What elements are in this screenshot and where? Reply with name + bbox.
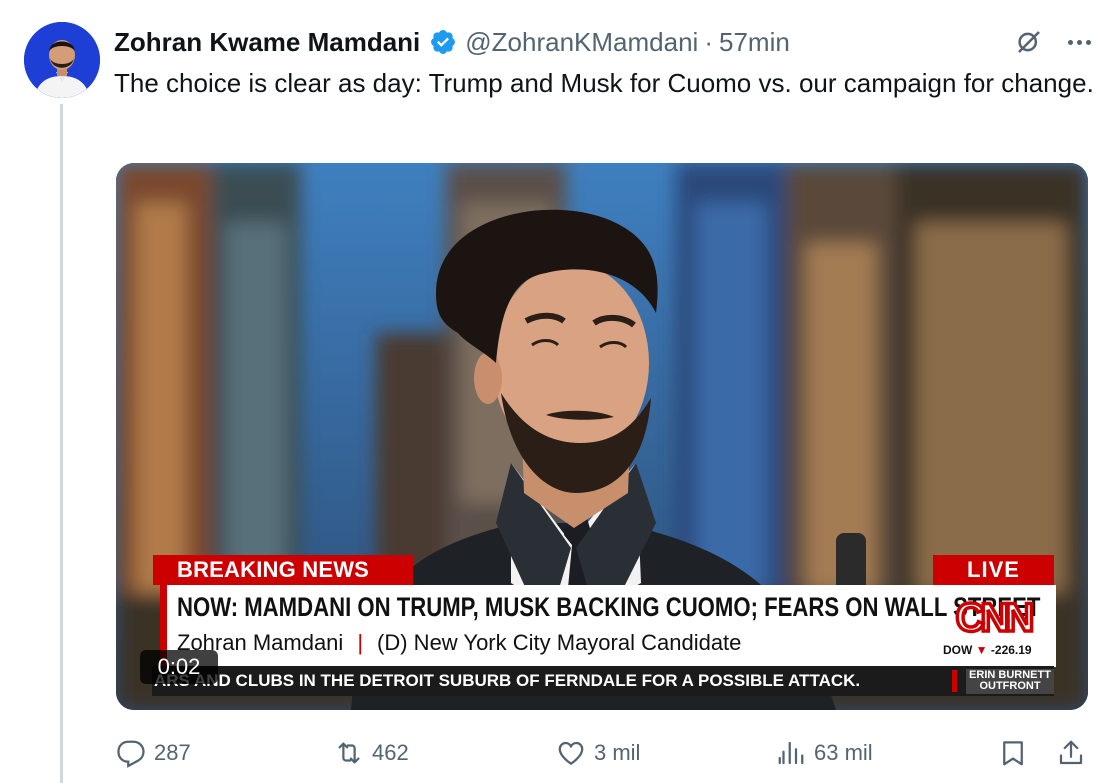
more-icon[interactable] [1064, 27, 1094, 57]
views-icon [778, 741, 804, 765]
repost-icon [338, 742, 360, 764]
tweet-text: The choice is clear as day: Trump and Mu… [114, 68, 1094, 98]
cnn-logo: CNN [954, 594, 1038, 639]
video-elapsed-time: 0:02 [140, 650, 218, 684]
verified-badge-icon [431, 30, 456, 54]
show-name-line-2: OUTFRONT [979, 680, 1041, 692]
reply-button[interactable]: 287 [116, 733, 191, 773]
guest-caption: Zohran Mamdani | (D) New York City Mayoral… [177, 629, 741, 657]
avatar[interactable] [24, 22, 100, 98]
thread-line [60, 104, 63, 783]
ticker-divider [952, 670, 957, 692]
repost-button[interactable]: 462 [334, 733, 409, 773]
views-button[interactable]: 63 mil [776, 733, 873, 773]
live-label: LIVE [933, 555, 1054, 585]
reply-icon [117, 740, 145, 768]
share-icon [1059, 740, 1083, 765]
caption-divider: | [357, 630, 364, 655]
news-ticker: ARS AND CLUBS IN THE DETROIT SUBURB OF F… [152, 666, 1054, 696]
reply-count: 287 [154, 740, 191, 765]
chyron-headline: NOW: MAMDANI ON TRUMP, MUSK BACKING CUOM… [177, 592, 1041, 622]
show-badge: ERIN BURNETT OUTFRONT [966, 669, 1054, 694]
repost-count: 462 [372, 740, 409, 765]
like-button[interactable]: 3 mil [556, 733, 640, 773]
dow-indicator: DOW ▼ -226.19 [943, 643, 1032, 657]
ticker-text: ARS AND CLUBS IN THE DETROIT SUBURB OF F… [154, 671, 861, 690]
author-name[interactable]: Zohran Kwame Mamdani [114, 27, 420, 58]
header-separator: · [704, 26, 714, 57]
timestamp[interactable]: 57min [719, 27, 790, 58]
tweet-actions: 287 462 3 mil 63 mil [116, 733, 1088, 773]
author-handle[interactable]: @ZohranKMamdani [465, 27, 698, 58]
guest-title: (D) New York City Mayoral Candidate [377, 630, 742, 655]
like-icon [558, 741, 584, 765]
down-arrow-icon: ▼ [975, 643, 988, 657]
video-player[interactable]: BREAKING NEWS LIVE NOW: MAMDANI ON TRUMP… [116, 163, 1088, 710]
svg-text:CNN: CNN [956, 596, 1033, 639]
share-button[interactable] [1056, 733, 1086, 773]
view-count: 63 mil [814, 740, 873, 765]
breaking-news-label: BREAKING NEWS [153, 555, 413, 585]
dow-label: DOW [943, 643, 973, 657]
lower-third: NOW: MAMDANI ON TRUMP, MUSK BACKING CUOM… [160, 585, 1056, 667]
grok-icon[interactable] [1014, 27, 1044, 57]
bookmark-icon [1003, 741, 1023, 766]
bookmark-button[interactable] [998, 733, 1028, 773]
tweet-header: Zohran Kwame Mamdani @ZohranKMamdani · 5… [114, 24, 1094, 60]
dow-value: -226.19 [990, 643, 1032, 657]
like-count: 3 mil [594, 740, 641, 765]
